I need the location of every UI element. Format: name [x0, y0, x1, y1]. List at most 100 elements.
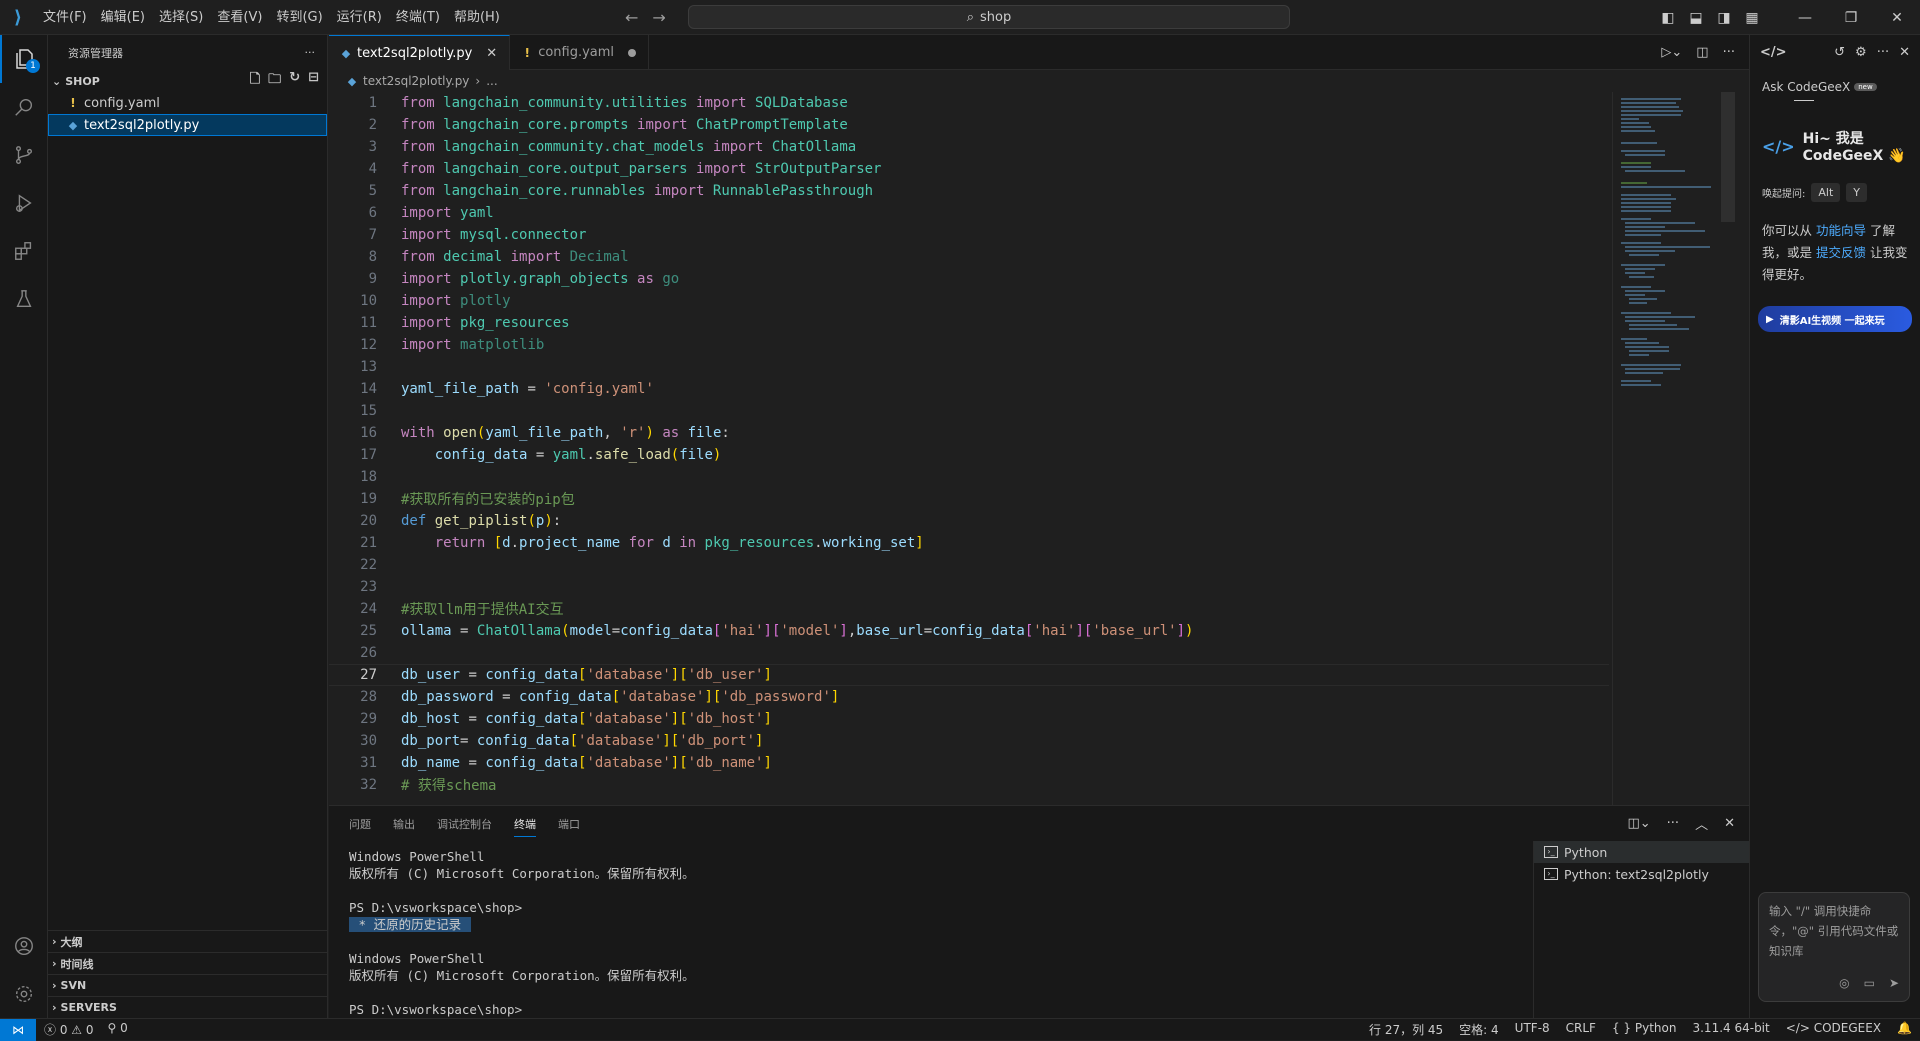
menu-go[interactable]: 转到(G) [269, 0, 329, 35]
code-line: 10 import plotly [329, 290, 1609, 312]
codegeex-status[interactable]: </> CODEGEEX [1786, 1021, 1881, 1038]
feature-guide-link[interactable]: 功能向导 [1816, 223, 1866, 238]
forward-arrow-icon[interactable]: → [652, 8, 665, 27]
close-window-button[interactable]: ✕ [1874, 10, 1920, 26]
section-timeline[interactable]: › 时间线 [48, 952, 328, 974]
back-arrow-icon[interactable]: ← [625, 8, 638, 27]
editor-scrollbar[interactable] [1721, 92, 1735, 222]
split-editor-icon[interactable]: ◫ [1696, 45, 1708, 60]
refresh-icon[interactable]: ↻ [289, 70, 300, 92]
editor-more-icon[interactable]: ··· [1723, 45, 1735, 60]
settings-gear-icon[interactable] [0, 970, 48, 1018]
send-icon[interactable]: ➤ [1889, 973, 1899, 993]
python-file-icon: ◆ [68, 118, 78, 132]
toggle-sidebar-icon[interactable]: ◧ [1654, 10, 1682, 26]
line-number: 3 [368, 139, 377, 155]
folder-section[interactable]: ⌄ SHOP 🗋 🗀 ↻ ⊟ [48, 70, 327, 92]
codegeex-more-icon[interactable]: ··· [1877, 45, 1889, 60]
tab-config-yaml[interactable]: ! config.yaml [510, 35, 650, 70]
section-servers[interactable]: › SERVERS [48, 996, 328, 1018]
breadcrumb-file[interactable]: text2sql2plotly.py [363, 74, 469, 88]
python-interpreter[interactable]: 3.11.4 64-bit [1692, 1021, 1769, 1038]
run-python-icon[interactable]: ▷⌄ [1661, 45, 1682, 60]
menu-terminal[interactable]: 终端(T) [389, 0, 447, 35]
file-config-yaml[interactable]: ! config.yaml [48, 92, 327, 114]
account-icon[interactable] [0, 922, 48, 970]
panel-tabs: 问题 输出 调试控制台 终端 端口 ◫⌄ ··· ︿ ✕ [329, 806, 1749, 841]
line-ending[interactable]: CRLF [1566, 1021, 1596, 1038]
codegeex-chat-input[interactable]: 输入 "/" 调用快捷命令，"@" 引用代码文件或知识库 ◎ ▭ ➤ [1758, 892, 1910, 1002]
panel-more-icon[interactable]: ··· [1667, 816, 1679, 831]
tab-text2sql2plotly[interactable]: ◆ text2sql2plotly.py ✕ [329, 35, 511, 70]
breadcrumb-more[interactable]: ... [486, 74, 497, 88]
notifications-bell-icon[interactable]: 🔔 [1897, 1021, 1912, 1038]
section-outline[interactable]: › 大纲 [48, 930, 328, 952]
codegeex-logo-icon[interactable]: </> [1760, 45, 1787, 60]
globe-icon[interactable]: ◎ [1839, 973, 1849, 993]
section-label: 大纲 [60, 935, 83, 949]
command-center-search[interactable]: ⌕ shop [688, 5, 1290, 29]
tab-debug-console[interactable]: 调试控制台 [437, 816, 492, 832]
extensions-icon[interactable] [0, 227, 48, 275]
restore-button[interactable]: ❐ [1828, 10, 1874, 26]
source-control-icon[interactable] [0, 131, 48, 179]
toggle-secondary-sidebar-icon[interactable]: ◨ [1710, 10, 1738, 26]
tab-output[interactable]: 输出 [393, 816, 415, 832]
collapse-all-icon[interactable]: ⊟ [308, 70, 319, 92]
menu-file[interactable]: 文件(F) [36, 0, 94, 35]
line-number: 1 [368, 95, 377, 111]
tab-problems[interactable]: 问题 [349, 816, 371, 832]
line-number: 20 [360, 513, 377, 529]
explorer-icon[interactable]: 1 [0, 35, 48, 83]
codegeex-close-icon[interactable]: ✕ [1899, 45, 1910, 60]
submit-feedback-link[interactable]: 提交反馈 [1816, 245, 1866, 260]
new-file-icon[interactable]: 🗋 [250, 70, 260, 92]
terminal-line: 版权所有 (C) Microsoft Corporation。保留所有权利。 [349, 866, 695, 881]
terminal-item-python-text2sql[interactable]: ›_ Python: text2sql2plotly [1534, 863, 1749, 885]
customize-layout-icon[interactable]: ▦ [1738, 10, 1766, 26]
minimap[interactable] [1612, 92, 1722, 805]
promo-banner[interactable]: ▶ 清影AI生视频 一起来玩 [1758, 306, 1912, 332]
tab-ports[interactable]: 端口 [558, 816, 580, 832]
language-mode[interactable]: { } Python [1612, 1021, 1677, 1038]
encoding[interactable]: UTF-8 [1515, 1021, 1550, 1038]
toggle-panel-icon[interactable]: ⬓ [1682, 10, 1710, 26]
line-number: 32 [360, 777, 377, 793]
indentation[interactable]: 空格: 4 [1459, 1021, 1499, 1038]
folder-icon[interactable]: ▭ [1864, 973, 1875, 993]
menu-edit[interactable]: 编辑(E) [94, 0, 152, 35]
tab-terminal[interactable]: 终端 [514, 816, 536, 837]
terminal-output[interactable]: Windows PowerShell 版权所有 (C) Microsoft Cor… [349, 848, 1529, 1018]
warning-count: 0 [85, 1023, 94, 1037]
search-view-icon[interactable] [0, 83, 48, 131]
file-text2sql2plotly-py[interactable]: ◆ text2sql2plotly.py [48, 114, 327, 136]
problems-status[interactable]: ⓧ 0 ⚠ 0 [44, 1021, 94, 1038]
section-svn[interactable]: › SVN [48, 974, 328, 996]
maximize-panel-icon[interactable]: ︿ [1695, 814, 1708, 833]
line-number: 31 [360, 755, 377, 771]
history-icon[interactable]: ↺ [1834, 45, 1845, 60]
menu-run[interactable]: 运行(R) [330, 0, 389, 35]
minimize-button[interactable]: — [1782, 10, 1828, 26]
run-debug-icon[interactable] [0, 179, 48, 227]
close-tab-icon[interactable]: ✕ [486, 46, 497, 61]
menu-selection[interactable]: 选择(S) [152, 0, 210, 35]
codegeex-settings-icon[interactable]: ⚙ [1855, 45, 1867, 60]
code-editor[interactable]: 1 from langchain_community.utilities impo… [329, 92, 1609, 805]
more-actions-icon[interactable]: ··· [305, 46, 316, 59]
code-line: 24 #获取llm用于提供AI交互 [329, 598, 1609, 620]
close-panel-icon[interactable]: ✕ [1724, 816, 1735, 831]
chevron-right-icon: › [52, 935, 57, 948]
split-terminal-icon[interactable]: ◫⌄ [1627, 816, 1650, 831]
cursor-position[interactable]: 行 27，列 45 [1369, 1021, 1443, 1038]
remote-icon[interactable]: ⋈ [0, 1018, 36, 1041]
testing-icon[interactable] [0, 275, 48, 323]
key-alt: Alt [1811, 183, 1841, 202]
breadcrumb-separator: › [475, 74, 481, 88]
new-folder-icon[interactable]: 🗀 [268, 70, 281, 92]
menu-help[interactable]: 帮助(H) [447, 0, 507, 35]
ports-status[interactable]: ⚲ 0 [108, 1021, 128, 1038]
terminal-item-python[interactable]: ›_ Python [1534, 841, 1749, 863]
menu-view[interactable]: 查看(V) [210, 0, 269, 35]
